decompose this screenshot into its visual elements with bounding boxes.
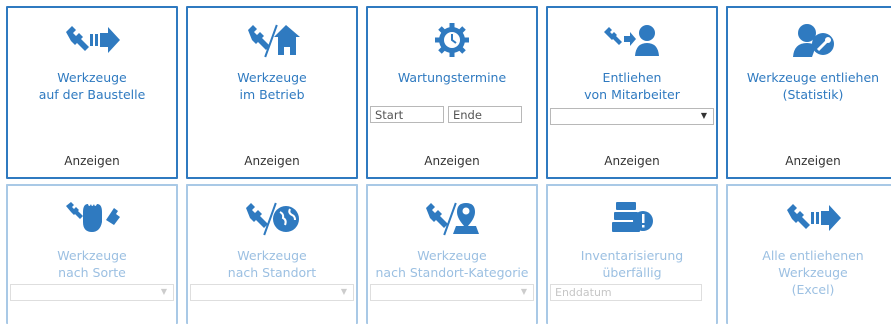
tile-tools-by-location-category[interactable]: Werkzeuge nach Standort-Kategorie ▼ (366, 184, 538, 324)
end-date-field[interactable]: Enddatum (550, 284, 702, 301)
chevron-down-icon: ▼ (160, 287, 167, 296)
tile-tools-on-site[interactable]: Werkzeuge auf der Baustelle Anzeigen (6, 6, 178, 179)
show-button[interactable]: Anzeigen (548, 154, 716, 168)
tile-title: Werkzeuge nach Standort-Kategorie (375, 248, 529, 280)
employee-select[interactable]: ▼ (550, 108, 714, 125)
tile-title: Wartungstermine (397, 70, 507, 85)
tile-tools-in-company[interactable]: Werkzeuge im Betrieb Anzeigen (186, 6, 358, 179)
type-select[interactable]: ▼ (10, 284, 174, 301)
location-select[interactable]: ▼ (190, 284, 354, 301)
wrench-house-icon (248, 24, 300, 58)
show-button[interactable]: Anzeigen (368, 154, 536, 168)
tile-title: Entliehen von Mitarbeiter (584, 70, 680, 102)
tile-inventory-overdue[interactable]: Inventarisierung überfällig Enddatum (546, 184, 718, 324)
tile-all-borrowed-excel[interactable]: Alle entliehenen Werkzeuge (Excel) (726, 184, 891, 324)
wrench-globe-icon (246, 202, 299, 236)
wrench-arrow-icon (787, 204, 841, 231)
wrench-arrow-icon (66, 26, 120, 53)
tile-maintenance-dates[interactable]: Wartungstermine Anzeigen (366, 6, 538, 179)
tile-title: Werkzeuge entliehen (Statistik) (746, 70, 880, 102)
tools-hand-icon (66, 202, 120, 232)
tile-title: Inventarisierung überfällig (580, 248, 684, 280)
tile-title: Werkzeuge nach Standort (227, 248, 317, 280)
inventory-warning-icon (612, 202, 653, 232)
chevron-down-icon: ▼ (340, 287, 347, 296)
person-wrench-icon (793, 24, 834, 57)
show-button[interactable]: Anzeigen (8, 154, 176, 168)
tile-borrowed-statistics[interactable]: Werkzeuge entliehen (Statistik) Anzeigen (726, 6, 891, 179)
wrench-person-icon (604, 25, 659, 56)
show-button[interactable]: Anzeigen (188, 154, 356, 168)
chevron-down-icon: ▼ (700, 111, 707, 120)
tile-title: Werkzeuge nach Sorte (57, 248, 127, 280)
tile-title: Werkzeuge im Betrieb (237, 70, 307, 102)
tile-title: Werkzeuge auf der Baustelle (38, 70, 146, 102)
wrench-location-icon (426, 202, 479, 236)
tile-title: Alle entliehenen Werkzeuge (Excel) (762, 248, 864, 297)
gear-clock-icon (435, 23, 469, 57)
end-date-input[interactable] (448, 106, 522, 123)
tile-borrowed-by-employee[interactable]: Entliehen von Mitarbeiter ▼ Anzeigen (546, 6, 718, 179)
location-category-select[interactable]: ▼ (370, 284, 534, 301)
chevron-down-icon: ▼ (520, 287, 527, 296)
start-date-input[interactable] (370, 106, 444, 123)
show-button[interactable]: Anzeigen (728, 154, 891, 168)
tile-tools-by-type[interactable]: Werkzeuge nach Sorte ▼ (6, 184, 178, 324)
tile-tools-by-location[interactable]: Werkzeuge nach Standort ▼ (186, 184, 358, 324)
